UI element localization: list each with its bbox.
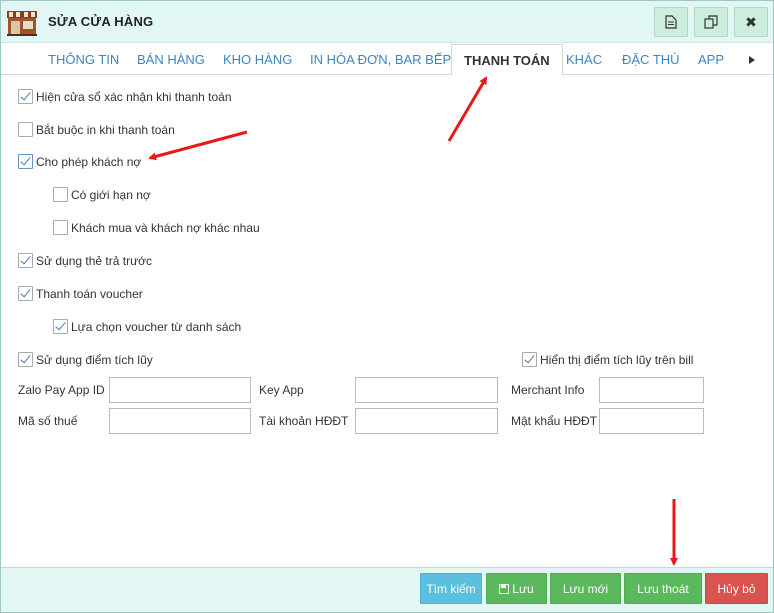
option-label: Khách mua và khách nợ khác nhau [71,220,260,235]
einvoice-password-input[interactable] [599,408,704,434]
title-bar: SỬA CỬA HÀNG ✖ [1,1,773,43]
tab-payment[interactable]: THANH TOÁN [451,44,563,76]
tax-code-label: Mã số thuế [18,414,78,428]
checkbox[interactable] [18,122,33,137]
option-label: Sử dụng điểm tích lũy [36,352,153,367]
save-button[interactable]: Lưu [486,573,547,604]
tab-scroll-right-icon[interactable] [749,56,755,64]
dialog-title: SỬA CỬA HÀNG [48,14,154,29]
document-icon [665,15,677,29]
checkbox[interactable] [18,154,33,169]
checkbox[interactable] [53,319,68,334]
checkbox[interactable] [522,352,537,367]
tab-warehouse[interactable]: KHO HÀNG [223,52,292,67]
checkbox[interactable] [18,253,33,268]
checkbox[interactable] [53,220,68,235]
checkbox[interactable] [18,286,33,301]
option-loyalty-points[interactable]: Sử dụng điểm tích lũy [18,352,153,367]
option-buyer-debtor-different[interactable]: Khách mua và khách nợ khác nhau [53,220,260,235]
option-allow-debt[interactable]: Cho phép khách nợ [18,154,141,169]
copy-icon [704,15,718,29]
key-app-input[interactable] [355,377,498,403]
key-app-label: Key App [259,383,304,397]
store-icon [7,11,37,36]
option-show-confirm[interactable]: Hiện cửa sổ xác nhận khi thanh toán [18,89,232,104]
save-exit-button[interactable]: Lưu thoát [624,573,702,604]
save-label: Lưu [512,581,534,596]
close-button[interactable]: ✖ [734,7,768,37]
copy-button[interactable] [694,7,728,37]
checkbox[interactable] [18,89,33,104]
option-voucher-from-list[interactable]: Lựa chọn voucher từ danh sách [53,319,241,334]
option-show-points-on-bill[interactable]: Hiển thị điểm tích lũy trên bill [522,352,693,367]
zalo-app-id-label: Zalo Pay App ID [18,383,105,397]
footer-bar: Tìm kiếm Lưu Lưu mới Lưu thoát Hủy bỏ [1,567,773,612]
tax-code-input[interactable] [109,408,251,434]
option-label: Bắt buộc in khi thanh toán [36,122,175,137]
tab-info[interactable]: THÔNG TIN [48,52,119,67]
einvoice-account-input[interactable] [355,408,498,434]
option-label: Sử dụng thẻ trả trước [36,253,152,268]
option-debt-limit[interactable]: Có giới hạn nợ [53,187,151,202]
option-voucher[interactable]: Thanh toán voucher [18,286,143,301]
merchant-info-input[interactable] [599,377,704,403]
einvoice-password-label: Mật khẩu HĐĐT [511,414,598,428]
option-label: Có giới hạn nợ [71,187,151,202]
tab-special[interactable]: ĐẶC THÙ [622,52,680,67]
tab-print-invoice[interactable]: IN HÓA ĐƠN, BAR BẾP [310,52,451,67]
tab-app[interactable]: APP [698,52,724,67]
document-button[interactable] [654,7,688,37]
checkbox[interactable] [53,187,68,202]
merchant-info-label: Merchant Info [511,383,585,397]
tab-bar: THÔNG TIN BÁN HÀNG KHO HÀNG IN HÓA ĐƠN, … [1,44,773,76]
tab-other[interactable]: KHÁC [566,52,602,67]
option-prepaid-card[interactable]: Sử dụng thẻ trả trước [18,253,152,268]
edit-store-dialog: SỬA CỬA HÀNG ✖ THÔNG TIN BÁN HÀNG KHO HÀ… [0,0,774,613]
payment-settings-panel: Hiện cửa sổ xác nhận khi thanh toán Bắt … [3,76,772,566]
tab-sales[interactable]: BÁN HÀNG [137,52,205,67]
einvoice-account-label: Tài khoản HĐĐT [259,414,349,428]
zalo-app-id-input[interactable] [109,377,251,403]
option-require-print[interactable]: Bắt buộc in khi thanh toán [18,122,175,137]
option-label: Cho phép khách nợ [36,154,142,169]
cancel-button[interactable]: Hủy bỏ [705,573,768,604]
floppy-disk-icon [499,583,510,594]
close-icon: ✖ [745,13,757,30]
option-label: Hiển thị điểm tích lũy trên bill [540,352,694,367]
search-button[interactable]: Tìm kiếm [420,573,482,604]
save-new-button[interactable]: Lưu mới [550,573,621,604]
option-label: Hiện cửa sổ xác nhận khi thanh toán [36,89,232,104]
option-label: Thanh toán voucher [36,286,143,301]
checkbox[interactable] [18,352,33,367]
option-label: Lựa chọn voucher từ danh sách [71,319,242,334]
